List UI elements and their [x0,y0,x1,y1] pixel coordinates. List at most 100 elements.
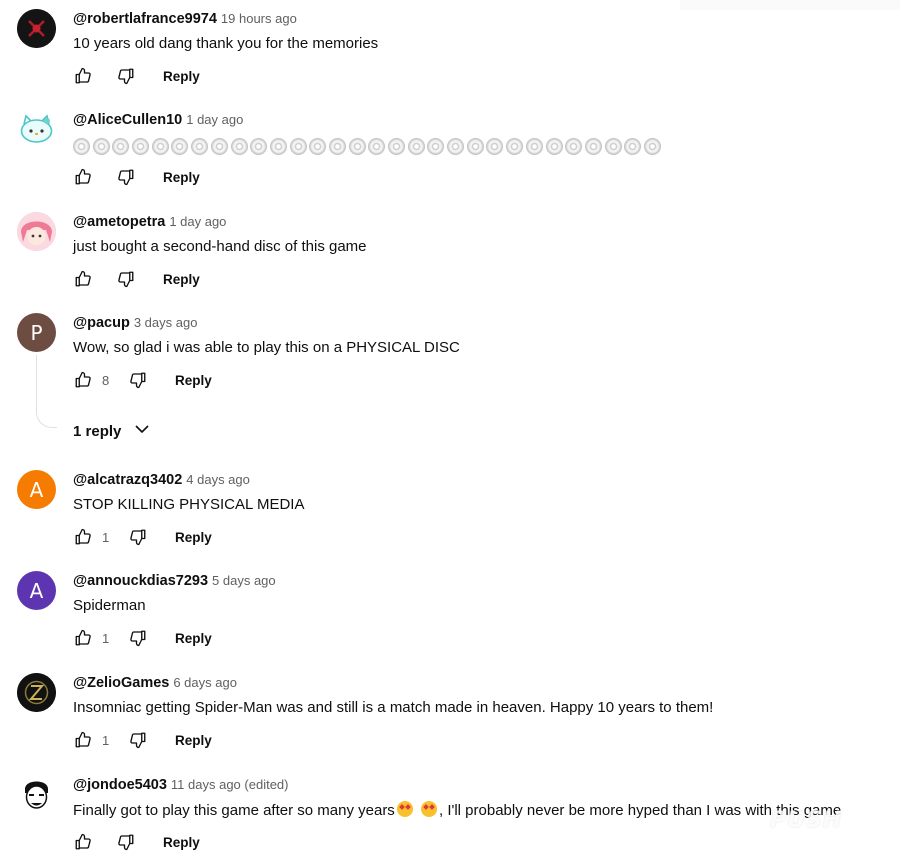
avatar[interactable] [17,775,56,814]
replies-count-label: 1 reply [73,423,122,440]
avatar[interactable] [17,9,56,48]
like-icon[interactable] [73,269,93,289]
disc-emoji-icon [407,138,425,155]
comment-time[interactable]: 3 days ago [134,315,198,330]
disc-emoji-icon [388,138,405,155]
comment-actions: Reply [73,60,200,92]
disc-emoji-icon [73,138,90,155]
reply-button[interactable]: Reply [175,631,212,646]
like-icon[interactable] [73,628,93,648]
avatar-letter: P [30,320,43,345]
comment-thread: @ametopetra 1 day ago just bought a secon… [0,203,900,303]
disc-emoji-row [73,138,661,155]
reply-button[interactable]: Reply [175,733,212,748]
disc-emoji-icon [584,138,602,155]
comment-thread: @AliceCullen10 1 day ago Reply [0,101,900,201]
comment-actions: 1 Reply [73,622,212,654]
comment-author[interactable]: @ZelioGames [73,675,169,691]
like-icon[interactable] [73,167,93,187]
disc-emoji-icon [545,138,563,155]
comment-header: @ZelioGames 6 days ago [73,674,237,692]
disc-emoji-icon [506,138,524,155]
comment-thread: @ZelioGames 6 days ago Insomniac getting … [0,664,900,764]
avatar[interactable] [17,110,56,149]
comment-header: @annouckdias7293 5 days ago [73,572,276,590]
comment-text: Wow, so glad i was able to play this on … [73,339,460,356]
disc-emoji-icon [643,138,661,155]
reply-button[interactable]: Reply [163,170,200,185]
disc-emoji-icon [368,138,386,155]
comment-time[interactable]: 4 days ago [186,472,250,487]
dislike-icon[interactable] [116,167,136,187]
disc-emoji-icon [604,138,622,155]
view-replies-button[interactable]: 1 reply [73,420,151,443]
disc-emoji-icon [624,138,642,155]
like-icon[interactable] [73,527,93,547]
comment-time[interactable]: 1 day ago [186,112,243,127]
like-count: 8 [102,372,110,388]
comment-header: @pacup 3 days ago [73,314,197,332]
like-icon[interactable] [73,730,93,750]
dislike-icon[interactable] [116,832,136,852]
comment-text: Spiderman [73,597,146,614]
comment-thread: @robertlafrance9974 19 hours ago 10 years… [0,0,900,100]
dislike-icon[interactable] [128,370,148,390]
reply-button[interactable]: Reply [175,373,212,388]
reply-button[interactable]: Reply [163,69,200,84]
comment-author[interactable]: @jondoe5403 [73,777,167,793]
reply-button[interactable]: Reply [163,272,200,287]
disc-emoji-icon [348,138,366,155]
dislike-icon[interactable] [128,730,148,750]
avatar[interactable] [17,673,56,712]
disc-emoji-icon [565,138,583,155]
disc-emoji-icon [525,138,543,155]
reply-button[interactable]: Reply [175,530,212,545]
comment-author[interactable]: @annouckdias7293 [73,573,208,589]
thread-connector-line [36,355,57,428]
comment-text: 10 years old dang thank you for the memo… [73,35,379,52]
disc-emoji-icon [210,138,228,155]
comment-actions: Reply [73,161,200,193]
dislike-icon[interactable] [116,269,136,289]
avatar-letter: A [29,578,44,603]
avatar[interactable] [17,212,56,251]
comment-author[interactable]: @alcatrazq3402 [73,472,182,488]
comment-author[interactable]: @AliceCullen10 [73,112,182,128]
comment-time[interactable]: 5 days ago [212,573,276,588]
disc-emoji-icon [132,138,150,155]
avatar-spider-icon [17,9,56,48]
comment-header: @robertlafrance9974 19 hours ago [73,10,297,28]
comment-author[interactable]: @robertlafrance9974 [73,11,217,27]
star-struck-emoji-icon [420,801,437,817]
reply-button[interactable]: Reply [163,835,200,850]
dislike-icon[interactable] [116,66,136,86]
like-icon[interactable] [73,370,93,390]
like-count: 1 [102,732,110,748]
like-count: 1 [102,529,110,545]
comment-text [73,138,661,155]
comment-time[interactable]: 19 hours ago [221,11,297,26]
disc-emoji-icon [269,138,287,155]
dislike-icon[interactable] [128,527,148,547]
disc-emoji-icon [191,138,209,155]
comment-header: @ametopetra 1 day ago [73,213,226,231]
avatar-zelda-icon [17,673,56,712]
comment-time[interactable]: 1 day ago [169,214,226,229]
comment-author[interactable]: @pacup [73,315,130,331]
disc-emoji-icon [486,138,504,155]
avatar[interactable]: P [17,313,56,352]
dislike-icon[interactable] [128,628,148,648]
comment-author[interactable]: @ametopetra [73,214,165,230]
like-icon[interactable] [73,66,93,86]
comment-text: Finally got to play this game after so m… [73,801,841,819]
avatar-anime-girl-icon [17,212,56,251]
comment-text: just bought a second-hand disc of this g… [73,238,367,255]
like-icon[interactable] [73,832,93,852]
comment-time[interactable]: 6 days ago [173,675,237,690]
comment-time[interactable]: 11 days ago (edited) [171,777,289,792]
avatar[interactable]: A [17,571,56,610]
disc-emoji-icon [92,138,110,155]
avatar[interactable]: A [17,470,56,509]
disc-emoji-icon [309,138,327,155]
comment-actions: Reply [73,826,200,858]
